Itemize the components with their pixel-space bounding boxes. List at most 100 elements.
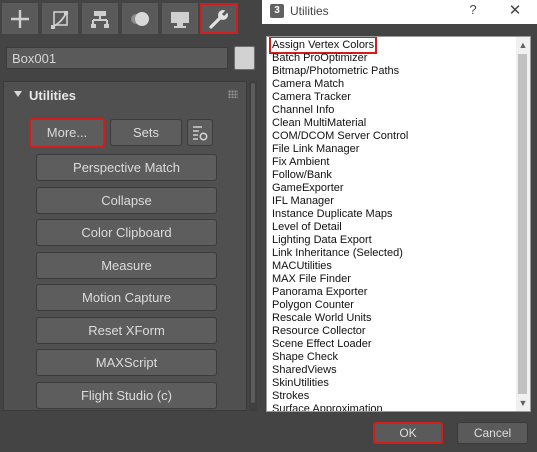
ok-button[interactable]: OK <box>373 422 443 444</box>
list-item-label: Bitmap/Photometric Paths <box>272 65 400 77</box>
list-item-label: Assign Vertex Colors <box>268 37 378 54</box>
utility-button-perspective-match[interactable]: Perspective Match <box>36 154 217 181</box>
more-button[interactable]: More... <box>29 118 105 148</box>
utility-button-measure[interactable]: Measure <box>36 252 217 279</box>
configure-sets-button[interactable] <box>187 119 213 146</box>
command-panel: Box001 Utilities More... Sets Perspectiv… <box>0 0 262 452</box>
list-item-label: Channel Info <box>272 104 335 116</box>
list-item[interactable]: Rescale World Units <box>272 312 512 325</box>
modify-icon <box>51 10 68 29</box>
list-item-label: Shape Check <box>272 351 339 363</box>
list-item-label: Follow/Bank <box>272 169 332 181</box>
utilities-listbox[interactable]: Assign Vertex Colors Batch ProOptimizer Bi… <box>266 36 531 412</box>
list-item-label: MACUtilities <box>272 260 332 272</box>
cancel-button[interactable]: Cancel <box>457 422 528 444</box>
list-item-label: Scene Effect Loader <box>272 338 372 350</box>
dialog-titlebar[interactable]: 3 Utilities ? ✕ <box>262 0 537 24</box>
list-item[interactable]: MACUtilities <box>272 260 512 273</box>
list-item[interactable]: MAX File Finder <box>272 273 512 286</box>
tab-hierarchy[interactable] <box>82 3 118 34</box>
list-item[interactable]: Lighting Data Export <box>272 234 512 247</box>
list-item[interactable]: Camera Match <box>272 78 512 91</box>
list-item[interactable]: Clean MultiMaterial <box>272 117 512 130</box>
list-item[interactable]: SharedViews <box>272 364 512 377</box>
list-item[interactable]: Scene Effect Loader <box>272 338 512 351</box>
command-panel-scroll-thumb[interactable] <box>251 83 255 403</box>
list-item[interactable]: SkinUtilities <box>272 377 512 390</box>
close-icon[interactable]: ✕ <box>506 1 524 19</box>
list-item[interactable]: Channel Info <box>272 104 512 117</box>
list-item-label: Polygon Counter <box>272 299 354 311</box>
list-item[interactable]: Instance Duplicate Maps <box>272 208 512 221</box>
utilities-dialog: 3 Utilities ? ✕ Assign Vertex Colors Batc… <box>262 0 537 452</box>
list-item-label: IFL Manager <box>272 195 334 207</box>
utility-button-maxscript[interactable]: MAXScript <box>36 349 217 376</box>
rollout-title: Utilities <box>29 88 76 103</box>
list-item-label: Camera Tracker <box>272 91 351 103</box>
utilities-rollout-header[interactable]: Utilities <box>4 82 246 110</box>
list-item-label: Resource Collector <box>272 325 366 337</box>
list-item[interactable]: IFL Manager <box>272 195 512 208</box>
tab-utilities[interactable] <box>200 3 238 34</box>
collapse-triangle-icon <box>14 91 22 97</box>
scroll-down-icon[interactable]: ▼ <box>516 396 530 410</box>
list-item[interactable]: Camera Tracker <box>272 91 512 104</box>
utility-button-collapse[interactable]: Collapse <box>36 187 217 214</box>
list-item[interactable]: GameExporter <box>272 182 512 195</box>
list-item[interactable]: Fix Ambient <box>272 156 512 169</box>
plus-icon <box>11 9 29 28</box>
list-item-label: Surface Approximation <box>272 403 383 412</box>
list-item-label: Strokes <box>272 390 310 402</box>
list-item[interactable]: Bitmap/Photometric Paths <box>272 65 512 78</box>
hierarchy-icon <box>91 10 109 28</box>
list-item-label: File Link Manager <box>272 143 360 155</box>
tab-display[interactable] <box>162 3 198 34</box>
list-item-label: GameExporter <box>272 182 344 194</box>
tab-modify[interactable] <box>42 3 78 34</box>
drag-grip-icon[interactable] <box>228 90 238 98</box>
list-item[interactable]: File Link Manager <box>272 143 512 156</box>
dialog-title: Utilities <box>290 4 329 18</box>
list-item-label: Link Inheritance (Selected) <box>272 247 403 259</box>
help-icon[interactable]: ? <box>466 2 480 17</box>
list-item[interactable]: Batch ProOptimizer <box>272 52 512 65</box>
object-name-field[interactable]: Box001 <box>6 47 228 69</box>
list-item[interactable]: Link Inheritance (Selected) <box>272 247 512 260</box>
list-item-label: Fix Ambient <box>272 156 330 168</box>
utilities-rollout: Utilities More... Sets Perspective Match… <box>3 81 247 411</box>
list-item-label: Panorama Exporter <box>272 286 368 298</box>
list-item-label: SkinUtilities <box>272 377 329 389</box>
command-panel-tabs <box>0 0 262 38</box>
list-item[interactable]: Resource Collector <box>272 325 512 338</box>
motion-icon <box>131 11 149 26</box>
list-scrollbar[interactable]: ▲ ▼ <box>516 37 530 411</box>
utility-button-color-clipboard[interactable]: Color Clipboard <box>36 219 217 246</box>
list-scroll-thumb[interactable] <box>518 54 527 394</box>
3dsmax-app-icon: 3 <box>270 4 284 18</box>
object-color-swatch[interactable] <box>234 46 255 70</box>
list-item[interactable]: Level of Detail <box>272 221 512 234</box>
list-item[interactable]: COM/DCOM Server Control <box>272 130 512 143</box>
list-item[interactable]: Panorama Exporter <box>272 286 512 299</box>
list-item-label: Rescale World Units <box>272 312 372 324</box>
list-item-label: Lighting Data Export <box>272 234 372 246</box>
utility-button-flight-studio[interactable]: Flight Studio (c) <box>36 382 217 409</box>
list-item[interactable]: Surface Approximation <box>272 403 512 412</box>
list-item-label: COM/DCOM Server Control <box>272 130 409 142</box>
list-item[interactable]: Assign Vertex Colors <box>268 37 512 54</box>
command-panel-scrollbar[interactable] <box>249 81 257 411</box>
utility-button-reset-xform[interactable]: Reset XForm <box>36 317 217 344</box>
list-item[interactable]: Follow/Bank <box>272 169 512 182</box>
tab-motion[interactable] <box>122 3 158 34</box>
scroll-up-icon[interactable]: ▲ <box>516 38 530 52</box>
utility-button-motion-capture[interactable]: Motion Capture <box>36 284 217 311</box>
list-item-label: MAX File Finder <box>272 273 351 285</box>
list-item-label: SharedViews <box>272 364 337 376</box>
list-item[interactable]: Strokes <box>272 390 512 403</box>
tab-create[interactable] <box>2 3 38 34</box>
list-item-label: Batch ProOptimizer <box>272 52 368 64</box>
sets-button[interactable]: Sets <box>110 119 182 146</box>
list-item[interactable]: Shape Check <box>272 351 512 364</box>
object-name-text: Box001 <box>12 51 57 66</box>
list-item[interactable]: Polygon Counter <box>272 299 512 312</box>
